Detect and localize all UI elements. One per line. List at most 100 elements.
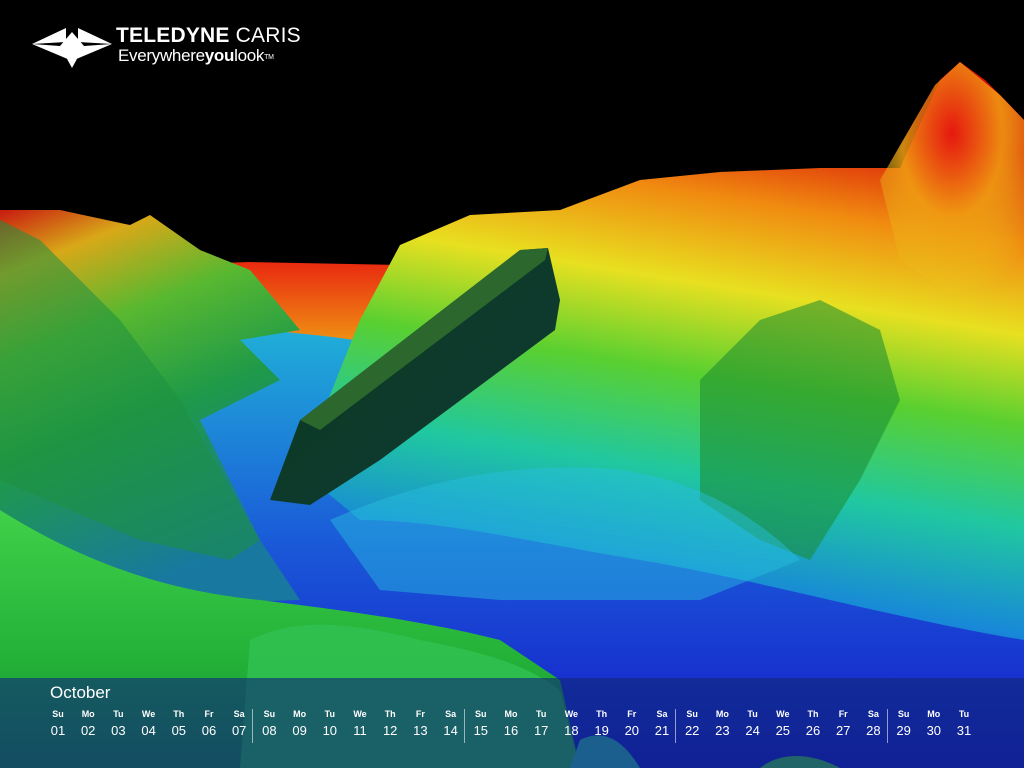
- day-of-week: Tu: [747, 709, 758, 719]
- week-separator: [675, 709, 677, 743]
- calendar-day: We 04: [134, 709, 164, 740]
- calendar-day: Th 05: [164, 709, 194, 740]
- calendar-day: Tu 24: [738, 709, 768, 740]
- day-of-week: Sa: [867, 709, 879, 719]
- calendar-day: Sa 21: [647, 709, 677, 740]
- day-of-week: Mo: [927, 709, 941, 719]
- calendar-day: Mo 02: [73, 709, 103, 740]
- calendar-day: Mo 23: [707, 709, 737, 740]
- day-of-week: Su: [263, 709, 276, 719]
- day-number: 19: [594, 723, 609, 738]
- day-number: 20: [624, 723, 640, 738]
- day-number: 14: [443, 723, 458, 738]
- day-of-week: Tu: [324, 709, 335, 719]
- day-number: 28: [866, 723, 881, 738]
- calendar-strip: October Su 01 Mo 02 Tu 03 We 04 Th 05 Fr 06 Sa 07 Su 08…: [0, 678, 1024, 768]
- day-of-week: Su: [897, 709, 910, 719]
- day-number: 15: [473, 723, 489, 738]
- day-of-week: Tu: [536, 709, 547, 719]
- calendar-day: Mo 30: [919, 709, 949, 740]
- day-number: 23: [715, 723, 730, 738]
- day-number: 27: [835, 723, 851, 738]
- week-separator: [463, 709, 465, 743]
- day-of-week: Sa: [233, 709, 245, 719]
- brand-name: TELEDYNE CARIS: [116, 24, 301, 47]
- calendar-day: Tu 17: [526, 709, 556, 740]
- day-of-week: Fr: [838, 709, 848, 719]
- day-number: 02: [80, 723, 96, 738]
- calendar-days: Su 01 Mo 02 Tu 03 We 04 Th 05 Fr 06 Sa 07 Su 08 Mo 09 Tu 10…: [43, 709, 983, 743]
- day-of-week: We: [353, 709, 367, 719]
- day-number: 25: [775, 723, 791, 738]
- day-of-week: Su: [52, 709, 64, 719]
- day-number: 07: [231, 723, 247, 738]
- calendar-day: We 11: [345, 709, 375, 740]
- calendar-day: Mo 09: [285, 709, 315, 740]
- calendar-day: Su 22: [677, 709, 707, 740]
- day-number: 10: [322, 723, 338, 738]
- day-number: 29: [896, 723, 911, 738]
- day-number: 09: [292, 723, 307, 738]
- day-of-week: Fr: [204, 709, 214, 719]
- calendar-day: Fr 13: [405, 709, 435, 740]
- day-of-week: Sa: [656, 709, 668, 719]
- day-of-week: Th: [807, 709, 819, 719]
- day-number: 04: [141, 723, 156, 738]
- week-separator: [252, 709, 254, 743]
- teledyne-logo-mark-icon: [32, 28, 112, 68]
- day-number: 12: [382, 723, 398, 738]
- day-of-week: Th: [596, 709, 608, 719]
- day-number: 05: [171, 723, 187, 738]
- day-of-week: We: [141, 709, 156, 719]
- calendar-day: Fr 20: [617, 709, 647, 740]
- day-number: 24: [745, 723, 760, 738]
- bathymetry-render: [0, 0, 1024, 768]
- day-number: 11: [353, 723, 367, 738]
- day-number: 22: [684, 723, 700, 738]
- calendar-day: Su 08: [254, 709, 284, 740]
- day-number: 13: [413, 723, 428, 738]
- day-of-week: Tu: [113, 709, 124, 719]
- calendar-day: We 18: [556, 709, 586, 740]
- day-of-week: Mo: [293, 709, 307, 719]
- week-separator: [886, 709, 888, 743]
- calendar-day: Tu 03: [103, 709, 133, 740]
- day-number: 01: [50, 723, 66, 738]
- day-number: 18: [564, 723, 579, 738]
- calendar-day: Th 19: [587, 709, 617, 740]
- calendar-day: Sa 14: [436, 709, 466, 740]
- calendar-day: Su 15: [466, 709, 496, 740]
- month-label: October: [50, 683, 111, 702]
- day-of-week: Th: [173, 709, 185, 719]
- calendar-day: Fr 06: [194, 709, 224, 740]
- calendar-day: Mo 16: [496, 709, 526, 740]
- calendar-day: Th 12: [375, 709, 405, 740]
- calendar-day: Fr 27: [828, 709, 858, 740]
- day-number: 21: [654, 723, 670, 738]
- day-of-week: Mo: [715, 709, 729, 719]
- calendar-day: We 25: [768, 709, 798, 740]
- day-number: 06: [201, 723, 217, 738]
- day-of-week: Fr: [415, 709, 425, 719]
- calendar-day: Tu 10: [315, 709, 345, 740]
- day-number: 26: [805, 723, 821, 738]
- day-of-week: Su: [475, 709, 487, 719]
- day-number: 16: [503, 723, 519, 738]
- day-of-week: Sa: [445, 709, 457, 719]
- day-number: 08: [262, 723, 277, 738]
- day-number: 17: [533, 723, 549, 738]
- day-number: 03: [111, 723, 126, 738]
- day-of-week: Su: [686, 709, 698, 719]
- calendar-day: Sa 28: [858, 709, 888, 740]
- day-of-week: Th: [384, 709, 396, 719]
- day-of-week: Mo: [504, 709, 518, 719]
- day-of-week: Tu: [958, 709, 970, 719]
- day-number: 31: [956, 723, 972, 738]
- day-number: 30: [926, 723, 942, 738]
- calendar-day: Su 01: [43, 709, 73, 740]
- calendar-day: Th 26: [798, 709, 828, 740]
- brand-tagline: EverywhereyoulookTM: [118, 46, 274, 65]
- day-of-week: Fr: [627, 709, 637, 719]
- calendar-day: Sa 07: [224, 709, 254, 740]
- day-of-week: We: [564, 709, 579, 719]
